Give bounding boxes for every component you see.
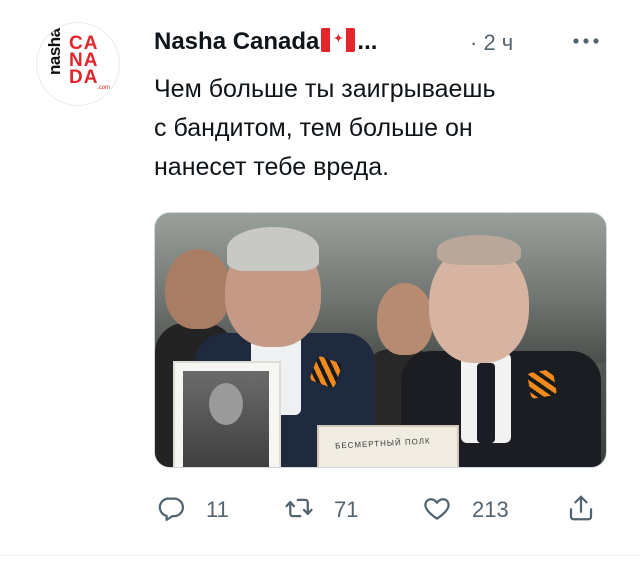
st-george-ribbon: [526, 368, 558, 400]
photo-person-hair: [227, 227, 319, 271]
photo-person-tie: [477, 363, 495, 443]
held-portrait: [173, 361, 281, 467]
portrait-photo: [183, 371, 269, 467]
photo-person-face: [377, 283, 433, 355]
avatar-logo-line: DA: [69, 67, 99, 88]
share-icon: [566, 493, 596, 528]
photo-person-face: [165, 249, 231, 329]
photo-person-hair: [437, 235, 521, 265]
tweet-photo[interactable]: БЕСМЕРТНЫЙ ПОЛК: [154, 212, 607, 468]
like-count: 213: [472, 497, 509, 522]
timestamp[interactable]: · 2 ч: [470, 30, 513, 56]
avatar-logo-canada: CA NA DA: [69, 34, 113, 88]
tweet-text-line: Чем больше ты заигрываешь: [154, 75, 496, 103]
placard-text: БЕСМЕРТНЫЙ ПОЛК: [334, 436, 431, 451]
reply-icon: [156, 493, 186, 528]
avatar-logo-nasha: nasha: [45, 28, 64, 75]
canada-flag-icon: ✦: [321, 28, 356, 52]
tweet-actions: 11 71 213: [154, 490, 614, 530]
tweet-text: Чем больше ты заигрываешь с бандитом, те…: [154, 70, 604, 187]
tweet-header: Nasha Canada ✦... · 2 ч: [154, 28, 614, 58]
author-name-link[interactable]: Nasha Canada ✦...: [154, 28, 377, 56]
reply-button[interactable]: 11: [156, 490, 229, 530]
tweet-divider: [0, 555, 640, 556]
avatar-logo-suffix: .com: [97, 85, 111, 91]
name-ellipsis: ...: [357, 28, 378, 55]
share-button[interactable]: [566, 490, 596, 530]
avatar[interactable]: nasha CA NA DA .com: [36, 22, 120, 106]
tweet-text-line: нанесет тебе вреда.: [154, 153, 390, 181]
retweet-icon: [284, 493, 314, 528]
like-button[interactable]: 213: [422, 490, 509, 530]
retweet-button[interactable]: 71: [284, 490, 358, 530]
reply-count: 11: [206, 497, 229, 522]
heart-icon: [422, 493, 452, 528]
tweet-text-line: с бандитом, тем больше он: [154, 114, 473, 142]
tweet[interactable]: nasha CA NA DA .com Nasha Canada ✦... · 2…: [0, 0, 640, 569]
placard: БЕСМЕРТНЫЙ ПОЛК: [317, 425, 459, 467]
author-name: Nasha Canada: [154, 28, 320, 55]
more-horizontal-icon[interactable]: [566, 28, 606, 54]
retweet-count: 71: [334, 497, 359, 522]
